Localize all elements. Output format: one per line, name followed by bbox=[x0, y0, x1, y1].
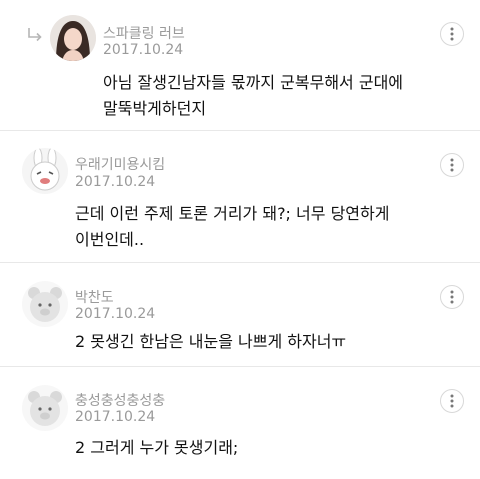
comment-date: 2017.10.24 bbox=[103, 42, 184, 58]
comment-item: 우래기미용시킴 2017.10.24 근데 이런 주제 토론 거리가 돼?; 너… bbox=[0, 131, 480, 263]
comment-text: 2 그러게 누가 못생기래; bbox=[75, 438, 239, 457]
more-vertical-icon bbox=[450, 158, 454, 172]
avatar[interactable] bbox=[50, 15, 96, 61]
bunny-avatar-icon bbox=[30, 148, 60, 191]
bear-avatar-icon bbox=[28, 391, 62, 426]
more-button[interactable] bbox=[440, 285, 464, 309]
reply-arrow-icon bbox=[28, 28, 42, 42]
comment-text: 아님 잘생긴남자들 몫까지 군복무해서 군대에 말뚝박게하던지 bbox=[103, 73, 404, 118]
comment-text: 2 못생긴 한남은 내눈을 나쁘게 하자너ㅠ bbox=[75, 332, 347, 351]
more-button[interactable] bbox=[440, 389, 464, 413]
comment-item: 스파클링 러브 2017.10.24 아님 잘생긴남자들 몫까지 군복무해서 군… bbox=[0, 0, 480, 131]
avatar[interactable] bbox=[22, 385, 68, 431]
more-button[interactable] bbox=[440, 153, 464, 177]
avatar[interactable] bbox=[22, 148, 68, 194]
more-vertical-icon bbox=[450, 27, 454, 41]
comment-author[interactable]: 스파클링 러브 bbox=[103, 23, 185, 43]
comment-date: 2017.10.24 bbox=[75, 306, 156, 322]
comment-date: 2017.10.24 bbox=[75, 409, 156, 425]
comment-author[interactable]: 박찬도 bbox=[75, 287, 114, 307]
more-vertical-icon bbox=[450, 290, 454, 304]
more-vertical-icon bbox=[450, 394, 454, 408]
comment-date: 2017.10.24 bbox=[75, 174, 156, 190]
bear-avatar-icon bbox=[28, 287, 62, 322]
comment-item: 박찬도 2017.10.24 2 못생긴 한남은 내눈을 나쁘게 하자너ㅠ bbox=[0, 263, 480, 367]
comment-item: 충성충성충성충 2017.10.24 2 그러게 누가 못생기래; bbox=[0, 367, 480, 479]
more-button[interactable] bbox=[440, 22, 464, 46]
avatar[interactable] bbox=[22, 281, 68, 327]
comment-author[interactable]: 충성충성충성충 bbox=[75, 390, 165, 410]
comment-author[interactable]: 우래기미용시킴 bbox=[75, 154, 165, 174]
comment-text: 근데 이런 주제 토론 거리가 돼?; 너무 당연하게 이번인데.. bbox=[75, 204, 390, 249]
photo-avatar-icon bbox=[50, 15, 96, 61]
